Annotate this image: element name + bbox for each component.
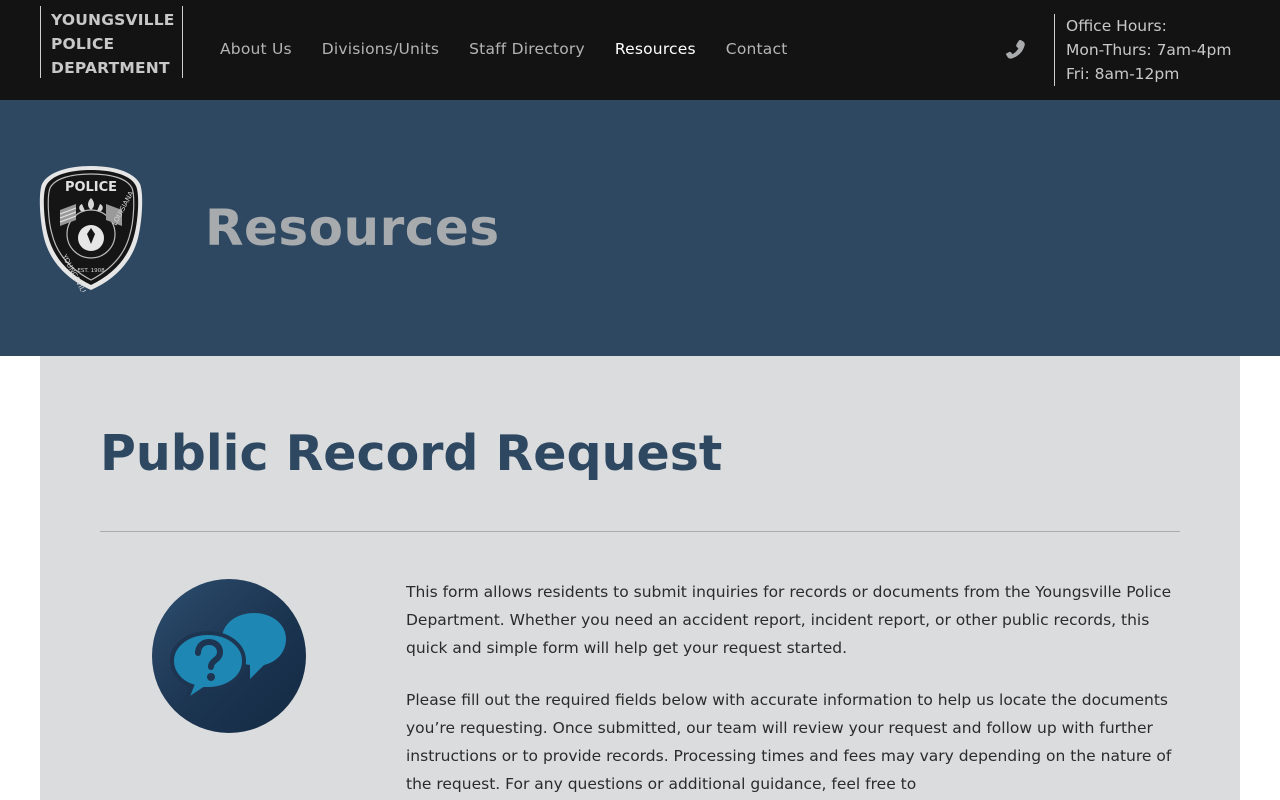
intro-paragraph-2: Please fill out the required fields belo… (406, 691, 1172, 793)
nav-staff-directory[interactable]: Staff Directory (469, 38, 585, 60)
site-header: YOUNGSVILLE POLICE DEPARTMENT About Us D… (0, 0, 1280, 100)
intro-text: This form allows residents to submit inq… (406, 578, 1186, 800)
divider (100, 531, 1180, 532)
hours-heading: Office Hours: (1066, 17, 1167, 35)
chat-question-icon (152, 579, 306, 733)
nav-about-us[interactable]: About Us (220, 38, 292, 60)
hero-banner: POLICE YOUNGSVILLE LOUISIANA EST. 1908 R… (0, 100, 1280, 356)
hero-title: Resources (205, 199, 500, 257)
office-hours: Office Hours: Mon-Thurs: 7am-4pm Fri: 8a… (1054, 14, 1231, 86)
main-nav: About Us Divisions/Units Staff Directory… (220, 38, 788, 60)
brand-logo-text[interactable]: YOUNGSVILLE POLICE DEPARTMENT (40, 6, 183, 78)
badge-police-text: POLICE (65, 180, 117, 195)
brand-line: POLICE (51, 35, 115, 53)
hours-friday: Fri: 8am-12pm (1066, 65, 1180, 83)
brand-line: YOUNGSVILLE (51, 11, 175, 29)
intro-paragraph-1: This form allows residents to submit inq… (406, 583, 1172, 657)
nav-divisions-units[interactable]: Divisions/Units (322, 38, 439, 60)
brand-line: DEPARTMENT (51, 59, 170, 77)
hours-weekday: Mon-Thurs: 7am-4pm (1066, 41, 1232, 59)
phone-icon[interactable] (999, 33, 1031, 65)
police-badge-logo: POLICE YOUNGSVILLE LOUISIANA EST. 1908 (38, 164, 144, 300)
badge-est-text: EST. 1908 (77, 268, 105, 274)
nav-contact[interactable]: Contact (726, 38, 788, 60)
page-title: Public Record Request (100, 425, 723, 482)
nav-resources[interactable]: Resources (615, 38, 696, 60)
main-content: Public Record Request This form allows r… (40, 356, 1240, 800)
